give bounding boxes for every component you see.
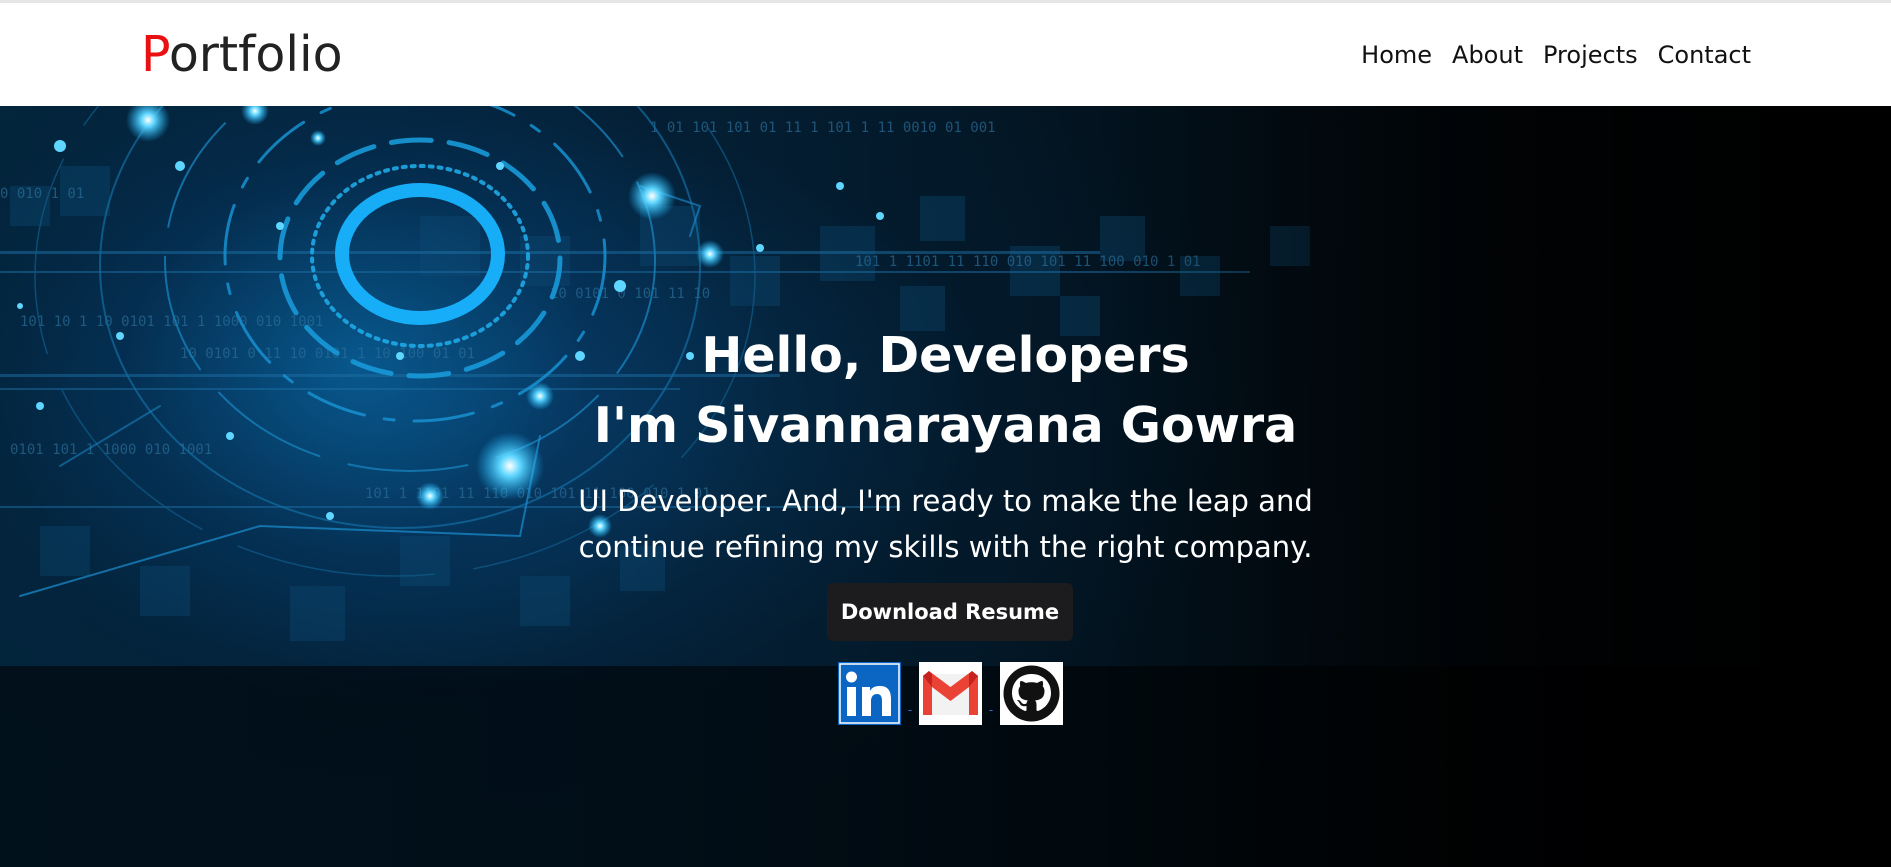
brand-rest: ortfolio [168,26,343,83]
github-icon[interactable] [1000,662,1063,725]
svg-text:10 0101 0 101 11 10: 10 0101 0 101 11 10 [550,286,710,302]
hero-section: 1 01 101 101 01 11 1 101 1 11 0010 01 00… [0,106,1891,867]
hero-name: I'm Sivannarayana Gowra [593,397,1298,454]
brand-logo[interactable]: Portfolio [141,23,343,87]
download-resume-button[interactable]: Download Resume [827,583,1073,641]
svg-text:1 01 101 101 01 11 1: 1 01 101 101 01 11 1 101 1 11 0010 01 00… [650,120,996,136]
nav-projects[interactable]: Projects [1543,38,1638,72]
brand-first-letter: P [141,26,169,83]
social-links: - - [838,661,1063,725]
gmail-icon[interactable] [919,662,982,725]
main-nav: Home About Projects Contact [1361,38,1751,72]
nav-home[interactable]: Home [1361,38,1432,72]
linkedin-icon[interactable] [838,662,901,725]
social-separator: - [988,703,994,717]
hero-description-line2: continue refining my skills with the rig… [578,530,1313,564]
hero-description: UI Developer. And, I'm ready to make the… [0,478,1891,570]
hero-description-line1: UI Developer. And, I'm ready to make the… [578,484,1313,518]
nav-about[interactable]: About [1452,38,1523,72]
hero-greeting: Hello, Developers [701,327,1190,384]
navbar: Portfolio Home About Projects Contact [0,3,1891,106]
svg-text:0 010 1 01: 0 010 1 01 [0,186,84,202]
social-separator: - [907,703,913,717]
nav-contact[interactable]: Contact [1658,38,1751,72]
